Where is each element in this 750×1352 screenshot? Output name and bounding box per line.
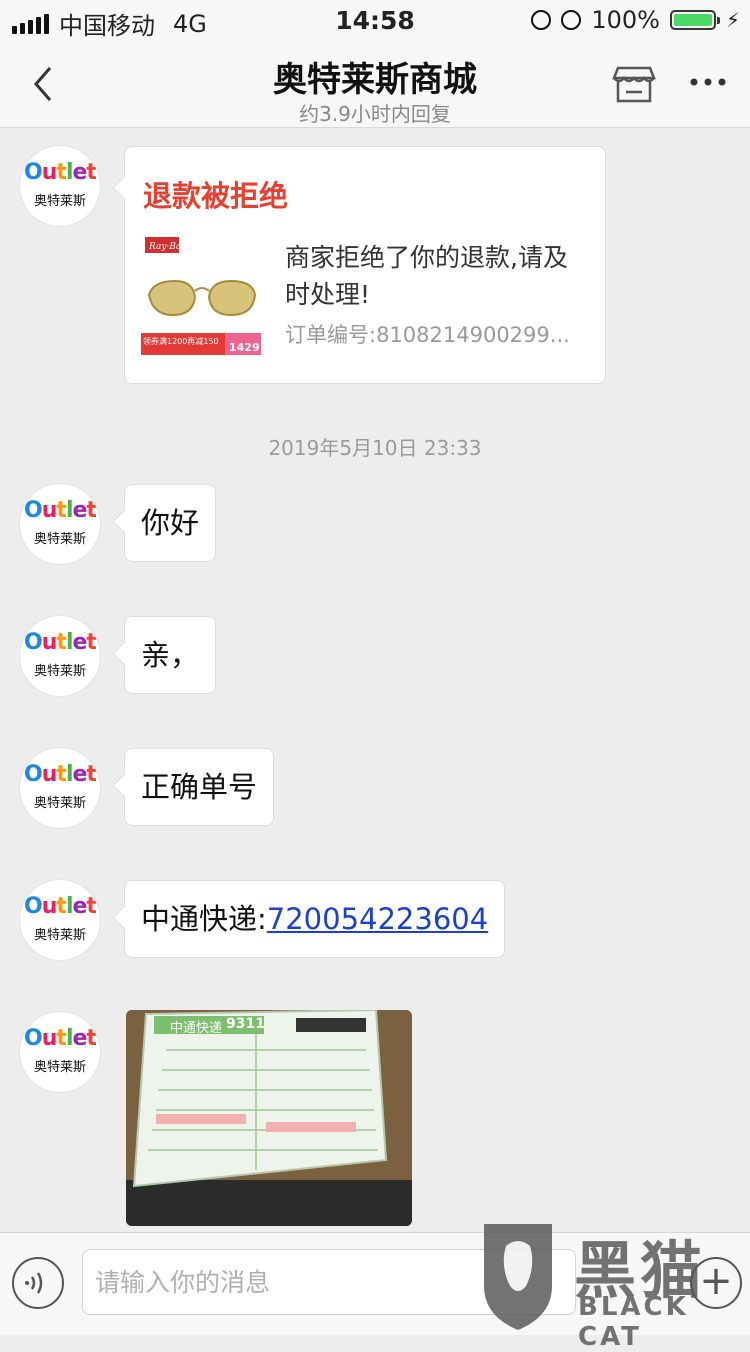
product-thumbnail: Ray·Ban 领券满1200再减150 1429 [141, 235, 263, 359]
charging-icon: ⚡ [725, 8, 740, 32]
shop-avatar[interactable]: Outlet 奥特莱斯 [20, 748, 100, 828]
chat-header: 奥特莱斯商城 约3.9小时内回复 [0, 40, 750, 128]
card-description: 商家拒绝了你的退款,请及时处理! [285, 243, 568, 309]
message-bubble[interactable]: 正确单号 [124, 748, 275, 826]
outlet-logo: Outlet [24, 894, 97, 919]
message-text: 正确单号 [141, 770, 258, 804]
shop-button[interactable] [612, 64, 656, 104]
message-bubble[interactable]: 亲， [124, 616, 217, 694]
cat-shield-icon [484, 1224, 552, 1330]
shop-avatar[interactable]: Outlet 奥特莱斯 [20, 484, 100, 564]
outlet-logo: Outlet [24, 498, 97, 523]
svg-text:Ray·Ban: Ray·Ban [148, 242, 187, 252]
tracking-number-link[interactable]: 720054223604 [267, 902, 488, 936]
outlet-logo: Outlet [24, 630, 97, 655]
shop-avatar[interactable]: Outlet 奥特莱斯 [20, 880, 100, 960]
status-bar: 中国移动 4G 14:58 100% ⚡ [0, 0, 750, 40]
photo-number: 9311 [226, 1016, 265, 1032]
thumb-badge-right: 1429 [229, 341, 260, 354]
photo-label: 中通快递 [170, 1021, 223, 1036]
message-text: 亲， [141, 638, 200, 672]
outlet-logo: Outlet [24, 1026, 97, 1051]
logo-cn: 奥特莱斯 [33, 532, 86, 547]
logo-cn: 奥特莱斯 [33, 928, 86, 943]
more-dots-icon [690, 78, 726, 86]
message-bubble[interactable]: 中通快递:720054223604 [124, 880, 506, 958]
message-timestamp: 2019年5月10日 23:33 [268, 436, 482, 460]
outlet-logo: Outlet [24, 160, 97, 185]
black-cat-watermark: 黑猫 BLACK CAT [478, 1216, 750, 1352]
voice-button[interactable] [12, 1257, 64, 1309]
refund-rejected-card[interactable]: 退款被拒绝 Ray·Ban 领券满1200再减150 1429 商家拒绝了你的退… [124, 146, 606, 384]
card-title: 退款被拒绝 [143, 179, 289, 213]
logo-cn: 奥特莱斯 [33, 796, 86, 811]
message-bubble[interactable]: 你好 [124, 484, 217, 562]
order-number: 订单编号:8108214900299... [285, 323, 570, 347]
battery-percent: 100% [591, 6, 660, 34]
message-text: 中通快递: [141, 902, 267, 936]
logo-cn: 奥特莱斯 [33, 1060, 86, 1075]
alarm-icon [561, 10, 582, 30]
thumb-badge-left: 领券满1200再减150 [143, 337, 219, 346]
watermark-en: BLACK CAT [578, 1292, 689, 1352]
shop-avatar[interactable]: Outlet 奥特莱斯 [20, 1012, 100, 1092]
store-icon [612, 66, 656, 103]
waybill-photo[interactable]: 中通快递 9311 [126, 1010, 412, 1226]
voice-icon [25, 1272, 43, 1294]
outlet-logo: Outlet [24, 762, 97, 787]
more-button[interactable] [688, 66, 728, 96]
shop-avatar[interactable]: Outlet 奥特莱斯 [20, 616, 100, 696]
logo-cn: 奥特莱斯 [33, 194, 86, 209]
message-text: 你好 [141, 506, 200, 540]
battery-icon [669, 10, 720, 30]
shop-avatar[interactable]: Outlet 奥特莱斯 [20, 146, 100, 226]
logo-cn: 奥特莱斯 [33, 664, 86, 679]
rotation-lock-icon [531, 10, 552, 30]
